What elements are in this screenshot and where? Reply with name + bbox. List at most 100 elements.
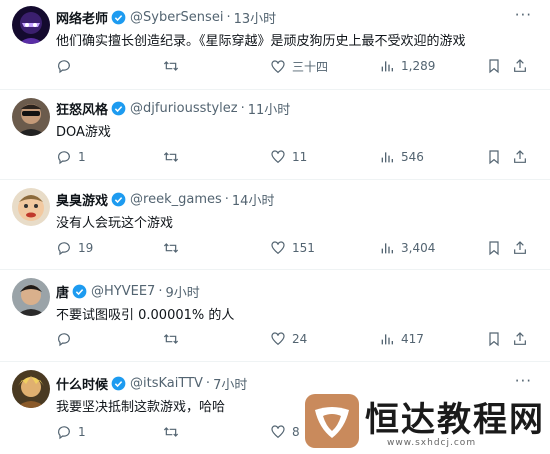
share-button[interactable] [512, 331, 528, 347]
display-name[interactable]: 什么时候 [56, 374, 108, 393]
user-handle[interactable]: @reek_games [130, 192, 222, 207]
reply-button[interactable]: 1 [56, 424, 86, 440]
bookmark-button[interactable] [486, 240, 502, 256]
more-options-icon[interactable]: ··· [515, 372, 532, 390]
watermark-url: www.sxhdcj.com [387, 438, 477, 448]
avatar[interactable] [12, 370, 50, 408]
retweet-button[interactable] [163, 149, 185, 165]
retweet-button[interactable] [163, 331, 185, 347]
tweet-card[interactable]: 唐 @HYVEE7 · 9小时 不要试图吸引 0.00001% 的人 24 41… [0, 270, 550, 358]
views-chart-icon [381, 61, 393, 72]
retweet-button[interactable] [163, 424, 185, 440]
view-count: 546 [401, 150, 424, 164]
display-name[interactable]: 网络老师 [56, 8, 108, 27]
tweet-card[interactable]: 狂怒风格 @djfuriousstylez · 11小时 DOA游戏 1 11 … [0, 90, 550, 178]
tweet-text: 我要坚决抵制这款游戏，哈哈 [56, 400, 226, 415]
separator-dot: · [240, 101, 245, 116]
timestamp[interactable]: 14小时 [232, 190, 275, 209]
retweet-button[interactable] [163, 58, 185, 74]
bookmark-button[interactable] [486, 149, 502, 165]
retweet-icon [163, 61, 179, 71]
tweet-card[interactable]: 网络老师 @SyberSensei · 13小时 ··· 他们确实擅长创造纪录。… [0, 0, 550, 88]
heart-icon [271, 241, 285, 255]
views-chart-icon [381, 334, 393, 345]
like-button[interactable]: 11 [270, 149, 307, 165]
tweet-text: 不要试图吸引 0.00001% 的人 [56, 308, 235, 323]
heart-icon [271, 425, 285, 439]
bookmark-button[interactable] [486, 58, 502, 74]
action-bar: 三十四 1,289 [56, 58, 532, 78]
views-chart-icon [381, 152, 393, 163]
tweet-card[interactable]: 臭臭游戏 @reek_games · 14小时 没有人会玩这个游戏 19 151… [0, 180, 550, 268]
like-button[interactable]: 8 [270, 424, 300, 440]
reply-icon [58, 333, 70, 347]
view-count: 3,404 [401, 241, 436, 255]
user-handle[interactable]: @SyberSensei [130, 10, 223, 25]
like-button[interactable]: 三十四 [270, 58, 328, 75]
verified-badge-icon [111, 10, 126, 25]
avatar[interactable] [12, 6, 50, 44]
reply-button[interactable] [56, 58, 78, 74]
retweet-icon [163, 427, 179, 437]
avatar[interactable] [12, 278, 50, 316]
verified-badge-icon [72, 284, 87, 299]
more-options-icon[interactable]: ··· [515, 6, 532, 24]
reply-button[interactable]: 19 [56, 240, 93, 256]
tweet-text: DOA游戏 [56, 125, 111, 140]
tweet-text: 他们确实擅长创造纪录。《星际穿越》是顽皮狗历史上最不受欢迎的游戏 [56, 34, 466, 49]
views-button[interactable]: 546 [379, 149, 424, 165]
user-handle[interactable]: @HYVEE7 [91, 284, 155, 299]
retweet-icon [163, 152, 179, 162]
share-icon [514, 150, 526, 163]
user-handle[interactable]: @itsKaiTTV [130, 376, 203, 391]
bookmark-button[interactable] [486, 331, 502, 347]
display-name[interactable]: 狂怒风格 [56, 99, 108, 118]
action-bar: 1 11 546 [56, 149, 532, 169]
retweet-button[interactable] [163, 240, 185, 256]
bookmark-icon [489, 332, 499, 347]
bookmark-icon [489, 59, 499, 74]
views-button[interactable]: 417 [379, 331, 424, 347]
like-count: 8 [292, 425, 300, 439]
avatar[interactable] [12, 188, 50, 226]
watermark: 恒达教程网 www.sxhdcj.com [305, 392, 550, 454]
view-count: 1,289 [401, 59, 436, 73]
reply-count: 19 [78, 241, 94, 255]
reply-icon [58, 151, 70, 165]
separator-dot: · [205, 376, 211, 391]
share-button[interactable] [512, 149, 528, 165]
tweet-text: 没有人会玩这个游戏 [56, 216, 174, 231]
verified-badge-icon [111, 376, 126, 391]
views-button[interactable]: 1,289 [379, 58, 435, 74]
reply-count: 1 [78, 150, 86, 164]
heart-icon [271, 59, 285, 73]
timestamp[interactable]: 9小时 [165, 282, 199, 301]
display-name[interactable]: 唐 [56, 282, 69, 301]
like-count: 151 [292, 241, 315, 255]
display-name[interactable]: 臭臭游戏 [56, 190, 108, 209]
retweet-icon [163, 334, 179, 344]
user-handle[interactable]: @djfuriousstylez [130, 101, 238, 116]
views-button[interactable]: 3,404 [379, 240, 435, 256]
like-count: 24 [292, 332, 308, 346]
separator-dot: · [226, 10, 231, 25]
separator-dot: · [158, 284, 163, 299]
action-bar: 24 417 [56, 331, 532, 351]
like-button[interactable]: 24 [270, 331, 307, 347]
timestamp[interactable]: 13小时 [234, 8, 277, 27]
like-button[interactable]: 151 [270, 240, 315, 256]
retweet-icon [163, 243, 179, 253]
reply-button[interactable] [56, 331, 78, 347]
watermark-logo-icon [305, 394, 359, 448]
share-icon [514, 241, 526, 254]
timestamp[interactable]: 11小时 [248, 99, 291, 118]
share-button[interactable] [512, 240, 528, 256]
views-chart-icon [381, 243, 393, 254]
bookmark-icon [489, 150, 499, 165]
like-count: 11 [292, 150, 308, 164]
reply-button[interactable]: 1 [56, 149, 86, 165]
reply-icon [58, 242, 70, 256]
avatar[interactable] [12, 98, 50, 136]
share-button[interactable] [512, 58, 528, 74]
timestamp[interactable]: 7小时 [213, 374, 247, 393]
